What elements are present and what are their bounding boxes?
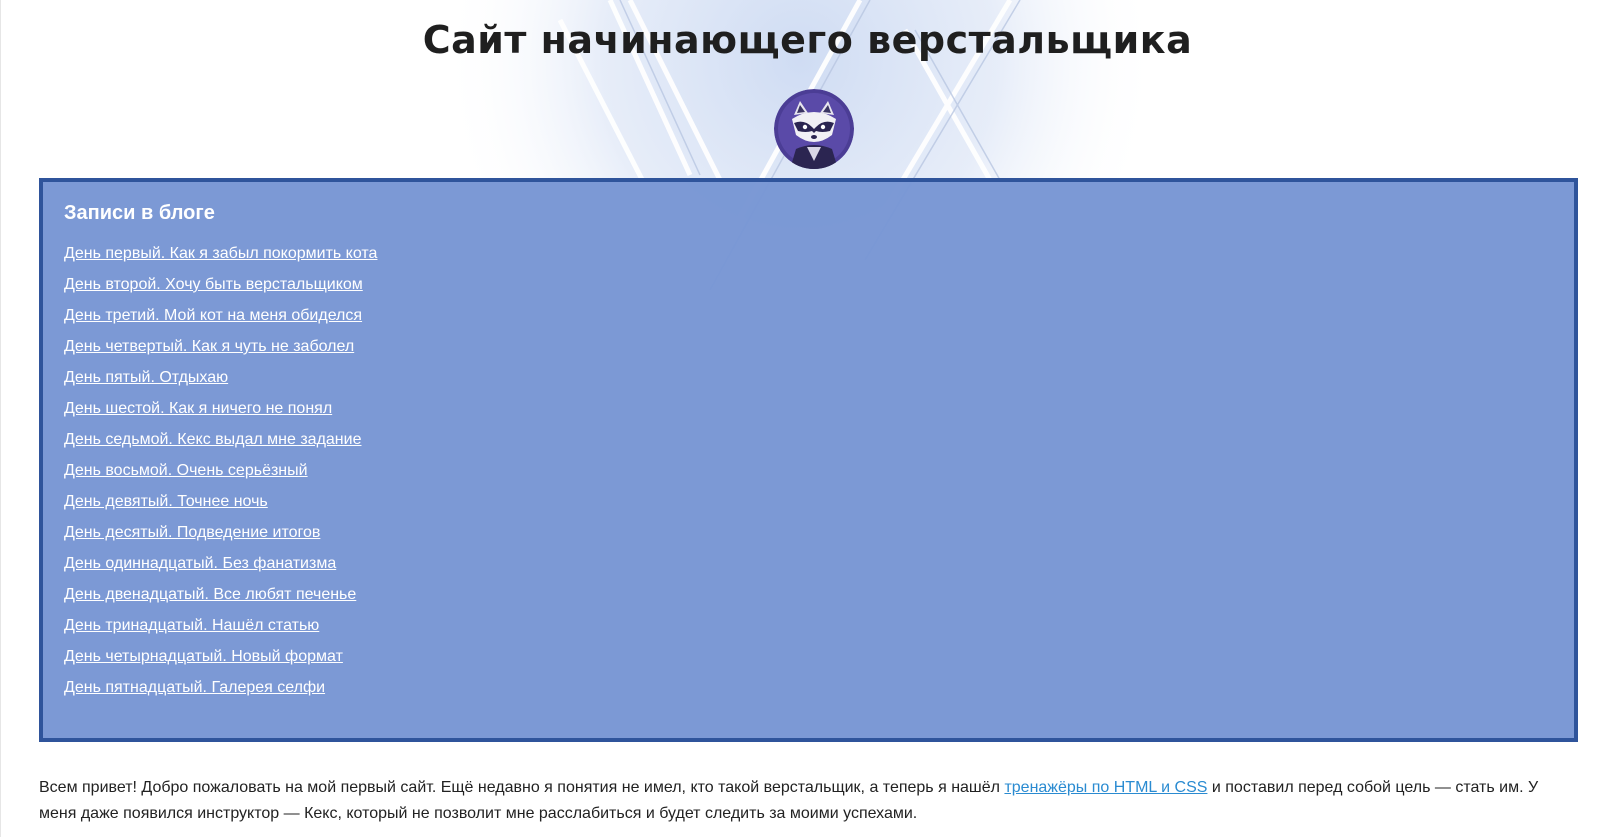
blog-link-day-11[interactable]: День одиннадцатый. Без фанатизма xyxy=(64,555,336,572)
list-item: День одиннадцатый. Без фанатизма xyxy=(64,555,377,586)
blog-link-day-6[interactable]: День шестой. Как я ничего не понял xyxy=(64,400,332,417)
blog-link-day-10[interactable]: День десятый. Подведение итогов xyxy=(64,524,320,541)
raccoon-avatar-icon xyxy=(774,89,854,169)
blog-link-day-8[interactable]: День восьмой. Очень серьёзный xyxy=(64,462,308,479)
blog-panel: Записи в блоге День первый. Как я забыл … xyxy=(39,178,1578,742)
blog-link-day-7[interactable]: День седьмой. Кекс выдал мне задание xyxy=(64,431,361,448)
list-item: День девятый. Точнее ночь xyxy=(64,493,377,524)
intro-text-start: Всем привет! Добро пожаловать на мой пер… xyxy=(39,779,1005,796)
blog-link-day-2[interactable]: День второй. Хочу быть верстальщиком xyxy=(64,276,363,293)
list-item: День третий. Мой кот на меня обиделся xyxy=(64,307,377,338)
blog-link-day-9[interactable]: День девятый. Точнее ночь xyxy=(64,493,268,510)
list-item: День пятнадцатый. Галерея селфи xyxy=(64,679,377,710)
blog-link-day-15[interactable]: День пятнадцатый. Галерея селфи xyxy=(64,679,325,696)
trainers-link[interactable]: тренажёры по HTML и CSS xyxy=(1004,779,1207,796)
blog-link-day-4[interactable]: День четвертый. Как я чуть не заболел xyxy=(64,338,354,355)
list-item: День десятый. Подведение итогов xyxy=(64,524,377,555)
list-item: День двенадцатый. Все любят печенье xyxy=(64,586,377,617)
blog-link-day-5[interactable]: День пятый. Отдыхаю xyxy=(64,369,228,386)
list-item: День четвертый. Как я чуть не заболел xyxy=(64,338,377,369)
list-item: День второй. Хочу быть верстальщиком xyxy=(64,276,377,307)
page: Сайт начинающего верстальщика Записи в б… xyxy=(0,0,1615,837)
blog-link-day-12[interactable]: День двенадцатый. Все любят печенье xyxy=(64,586,356,603)
blog-link-day-3[interactable]: День третий. Мой кот на меня обиделся xyxy=(64,307,362,324)
list-item: День шестой. Как я ничего не понял xyxy=(64,400,377,431)
list-item: День седьмой. Кекс выдал мне задание xyxy=(64,431,377,462)
list-item: День восьмой. Очень серьёзный xyxy=(64,462,377,493)
intro-paragraph: Всем привет! Добро пожаловать на мой пер… xyxy=(39,775,1559,827)
list-item: День тринадцатый. Нашёл статью xyxy=(64,617,377,648)
list-item: День пятый. Отдыхаю xyxy=(64,369,377,400)
list-item: День первый. Как я забыл покормить кота xyxy=(64,245,377,276)
site-title: Сайт начинающего верстальщика xyxy=(422,18,1193,62)
blog-heading: Записи в блоге xyxy=(64,202,215,224)
blog-link-day-13[interactable]: День тринадцатый. Нашёл статью xyxy=(64,617,319,634)
blog-link-day-1[interactable]: День первый. Как я забыл покормить кота xyxy=(64,245,377,262)
blog-list: День первый. Как я забыл покормить кота … xyxy=(64,245,377,710)
list-item: День четырнадцатый. Новый формат xyxy=(64,648,377,679)
blog-link-day-14[interactable]: День четырнадцатый. Новый формат xyxy=(64,648,343,665)
